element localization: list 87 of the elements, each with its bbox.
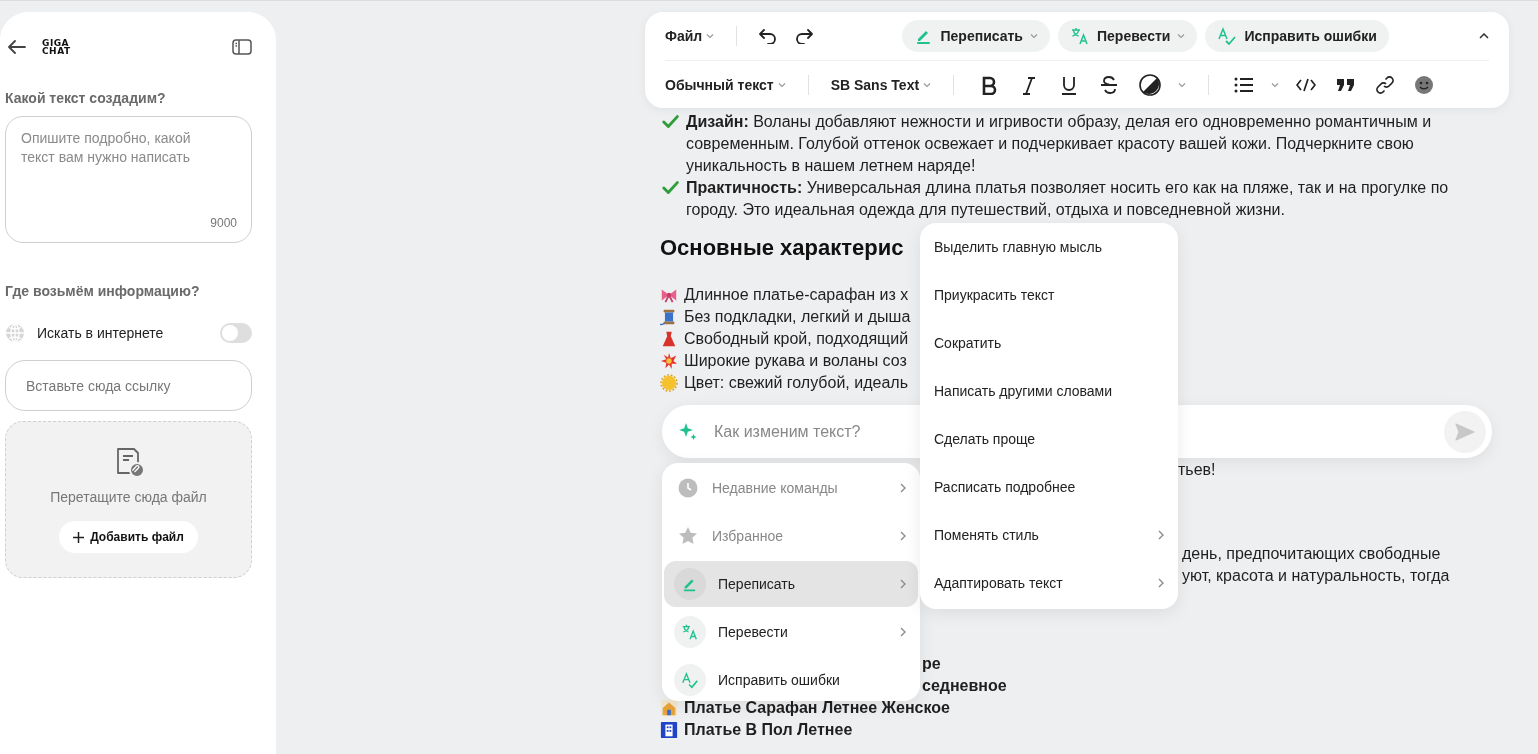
panel-toggle-icon[interactable] [232, 39, 252, 55]
caret-icon [1030, 33, 1038, 39]
chevron-icon [1158, 578, 1164, 588]
list-item-text: Свободный крой, подходящий [684, 329, 909, 349]
quote-icon[interactable] [1336, 78, 1357, 92]
chevron-icon [900, 531, 906, 541]
plus-icon [73, 531, 85, 543]
list-item-text: Цвет: свежий голубой, идеаль [684, 373, 908, 393]
add-file-button[interactable]: Добавить файл [59, 521, 198, 553]
spellcheck-icon [1217, 26, 1238, 46]
text-line: уют, красота и натуральность, тогда [1182, 566, 1450, 586]
toggle-label: Искать в интернете [37, 325, 165, 341]
menu-item[interactable]: Переписать [664, 561, 918, 607]
list-item-text: Без подкладки, легкий и дыша [684, 307, 911, 327]
star-icon [678, 526, 698, 546]
rewrite-button[interactable]: Переписать [901, 20, 1050, 52]
dropzone-hint: Перетащите сюда файл [50, 489, 207, 505]
translate-button[interactable]: Перевести [1058, 20, 1198, 52]
collapse-icon[interactable] [1479, 33, 1489, 39]
menu-item[interactable]: Сократить [920, 319, 1178, 367]
dress-icon [660, 330, 678, 348]
send-icon [1455, 422, 1475, 441]
list-item-text: Длинное платье-сарафан из х [684, 285, 909, 305]
menu-item[interactable]: Приукрасить текст [920, 271, 1178, 319]
menu-item[interactable]: Перевести [664, 609, 918, 655]
chevron-icon [1158, 530, 1164, 540]
list-item-text: Платье Сарафан Летнее Женское [684, 698, 950, 718]
prompt-field[interactable]: Опишите подробно, какой текст вам нужно написать 9000 [5, 116, 252, 243]
bullet-list-icon[interactable] [1234, 77, 1255, 93]
globe-icon [5, 323, 25, 343]
paragraph: Дизайн: Воланы добавляют нежности и игривости образу, делая его одновременно романтичным и современным. Голубой оттенок освежает и подчеркивает красоту вашей кожи. Подчеркните свою уникальность в нашем летнем наряде! [686, 112, 1433, 176]
menu-item[interactable]: Выделить главную мысль [920, 223, 1178, 271]
text-line: седневное [922, 676, 1007, 696]
sun-icon [660, 374, 678, 392]
house-icon [660, 699, 678, 717]
building-icon [660, 721, 678, 739]
chevron-icon [900, 483, 906, 493]
file-menu[interactable]: Файл [665, 28, 715, 44]
menu-item[interactable]: Адаптировать текст [920, 559, 1178, 607]
character-counter: 9000 [210, 216, 237, 230]
undo-icon[interactable] [759, 28, 778, 44]
check-icon [662, 113, 680, 131]
contrast-icon[interactable] [1139, 74, 1162, 96]
list-item-text: Широкие рукава и воланы соз [684, 351, 907, 371]
menu-item[interactable]: Расписать подробнее [920, 463, 1178, 511]
strikethrough-icon[interactable] [1099, 75, 1120, 95]
caret-icon [1271, 82, 1280, 88]
menu-item[interactable]: Избранное [664, 513, 918, 559]
caret-icon [706, 33, 715, 39]
text-line: ре [922, 654, 941, 674]
chevron-icon [900, 627, 906, 637]
section-heading: Какой текст создадим? [5, 90, 167, 106]
sparkle-icon [678, 421, 698, 442]
back-arrow-icon[interactable] [8, 40, 26, 54]
clock-icon [678, 478, 698, 498]
caret-icon [923, 82, 932, 88]
translate-icon [681, 623, 699, 641]
section-heading: Где возьмём информацию? [5, 283, 201, 299]
caret-icon [1177, 33, 1186, 39]
spellcheck-button[interactable]: Исправить ошибки [1205, 20, 1389, 52]
check-icon [662, 179, 680, 197]
paragraph: Практичность: Универсальная длина платья позволяет носить его как на пляже, так и на прогулке по городу. Это идеальная одежда для путешествий, отдыха и повседневной жизни. [686, 178, 1450, 220]
placeholder-text: Опишите подробно, какой текст вам нужно написать [21, 129, 192, 167]
list-item-text: Платье В Пол Летнее [684, 720, 853, 740]
chevron-icon [900, 579, 906, 589]
text-line: день, предпочитающих свободные [1182, 544, 1441, 564]
file-dropzone[interactable]: Перетащите сюда файл Добавить файл [5, 421, 252, 578]
translate-icon [1070, 26, 1090, 46]
section-heading: Основные характерис [660, 234, 904, 262]
search-toggle[interactable] [220, 323, 252, 343]
menu-item[interactable]: Написать другими словами [920, 367, 1178, 415]
menu-item[interactable]: Поменять стиль [920, 511, 1178, 559]
text-line: тьев! [1178, 460, 1216, 480]
link-field[interactable]: Вставьте сюда ссылку [5, 360, 252, 411]
logo: GIGA CHAT [42, 39, 71, 55]
font-select[interactable]: SB Sans Text [830, 77, 932, 93]
burst-icon [660, 352, 678, 370]
link-icon[interactable] [1376, 76, 1395, 94]
caret-icon [1178, 82, 1187, 88]
smiley-icon[interactable] [1414, 75, 1435, 95]
code-icon[interactable] [1296, 78, 1317, 92]
caret-icon [777, 82, 786, 88]
spellcheck-icon [681, 671, 699, 689]
menu-item[interactable]: Недавние команды [664, 465, 918, 511]
text-style-select[interactable]: Обычный текст [665, 77, 786, 93]
redo-icon[interactable] [795, 28, 814, 44]
menu-item[interactable]: Сделать проще [920, 415, 1178, 463]
